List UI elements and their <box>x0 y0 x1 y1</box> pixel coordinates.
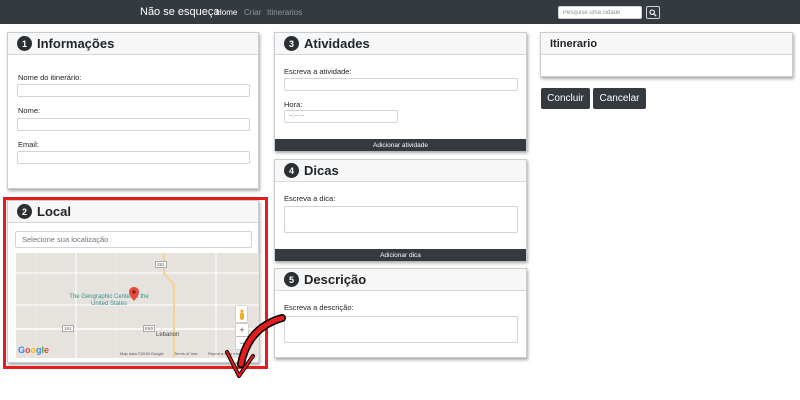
activity-label: Escreva a atividade: <box>284 67 352 76</box>
search-icon <box>649 8 657 17</box>
page: Não se esqueça Home Criar Itinerarios 1 … <box>0 0 800 400</box>
description-textarea[interactable] <box>284 316 518 343</box>
confirm-button[interactable]: Concluir <box>541 88 590 109</box>
atividades-card: 3 Atividades Escreva a atividade: Hora: … <box>274 32 527 151</box>
email-label: Email: <box>18 140 39 149</box>
itinerario-card: Itinerario <box>540 32 793 77</box>
descricao-card: 5 Descrição Escreva a descrição: <box>274 268 527 358</box>
add-tip-button[interactable]: Adicionar dica <box>275 249 526 261</box>
dicas-card: 4 Dicas Escreva a dica: Adicionar dica <box>274 159 527 261</box>
search-button[interactable] <box>646 6 660 19</box>
tip-label: Escreva a dica: <box>284 194 336 203</box>
atividades-title: Atividades <box>304 36 370 51</box>
itinerary-name-input[interactable] <box>17 84 250 97</box>
name-label: Nome: <box>18 106 41 115</box>
nav-link-criar[interactable]: Criar <box>244 8 261 17</box>
checkmark-arrow-icon <box>225 314 286 378</box>
navbar: Não se esqueça Home Criar Itinerarios <box>0 0 800 24</box>
add-activity-button[interactable]: Adicionar atividade <box>275 139 526 151</box>
city-search-input[interactable] <box>558 6 642 19</box>
step-badge: 4 <box>284 163 299 178</box>
itinerary-name-label: Nome do itinerário: <box>18 73 82 82</box>
descricao-title: Descrição <box>304 272 367 287</box>
step-badge: 1 <box>17 36 32 51</box>
dicas-title: Dicas <box>304 163 339 178</box>
nav-link-itinerarios[interactable]: Itinerarios <box>267 8 302 17</box>
informacoes-header: 1 Informações <box>8 33 258 55</box>
atividades-header: 3 Atividades <box>275 33 526 55</box>
dicas-header: 4 Dicas <box>275 160 526 182</box>
itinerario-title: Itinerario <box>550 37 598 50</box>
description-label: Escreva a descrição: <box>284 303 354 312</box>
step-badge: 3 <box>284 36 299 51</box>
itinerario-header: Itinerario <box>541 33 792 55</box>
brand-link[interactable]: Não se esqueça <box>140 6 220 18</box>
name-input[interactable] <box>17 118 250 131</box>
email-input[interactable] <box>17 151 250 164</box>
step-badge: 5 <box>284 272 299 287</box>
time-label: Hora: <box>284 100 303 109</box>
time-input[interactable]: --:-- -- <box>284 110 398 123</box>
descricao-header: 5 Descrição <box>275 269 526 291</box>
informacoes-card: 1 Informações Nome do itinerário: Nome: … <box>7 32 259 189</box>
cancel-button[interactable]: Cancelar <box>593 88 646 109</box>
activity-input[interactable] <box>284 78 518 91</box>
informacoes-title: Informações <box>37 36 115 51</box>
tip-textarea[interactable] <box>284 206 518 233</box>
nav-link-home[interactable]: Home <box>216 8 237 17</box>
